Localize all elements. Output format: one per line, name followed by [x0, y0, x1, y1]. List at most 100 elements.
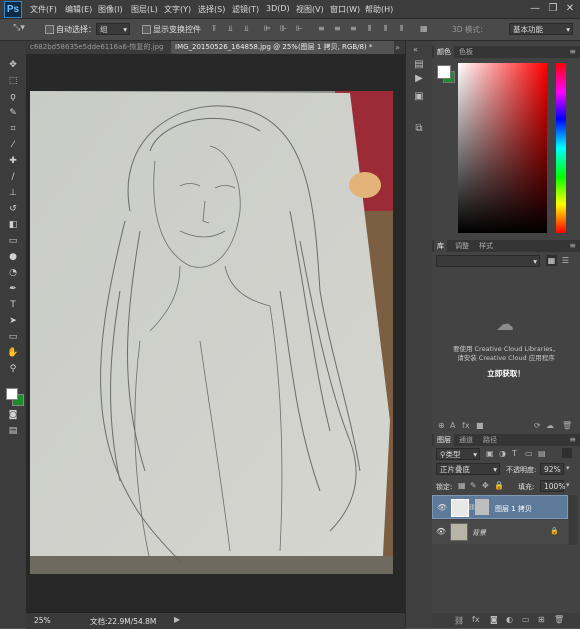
- layer-name[interactable]: 背景: [472, 528, 486, 538]
- color-field[interactable]: [458, 63, 547, 233]
- tab-document-2[interactable]: IMG_20150526_164858.jpg @ 25%(图层 1 拷贝, R…: [171, 41, 394, 54]
- library-settings-icon[interactable]: ☁: [546, 421, 554, 430]
- tab-styles[interactable]: 样式: [476, 240, 496, 252]
- collapse-icon[interactable]: «: [413, 45, 418, 54]
- marquee-tool-icon[interactable]: ⬚: [7, 75, 19, 87]
- distribute-bottom-icon[interactable]: ≡: [350, 24, 357, 33]
- auto-select-checkbox[interactable]: [45, 25, 54, 34]
- sync-icon[interactable]: ⟳: [534, 421, 541, 430]
- filter-toggle[interactable]: [562, 448, 572, 458]
- layer-style-icon[interactable]: fx: [462, 421, 470, 430]
- filter-shape-icon[interactable]: ▭: [525, 449, 533, 458]
- visibility-eye-icon[interactable]: 👁: [436, 527, 446, 536]
- align-left-icon[interactable]: ⊫: [264, 24, 271, 33]
- history-panel-icon[interactable]: ▤: [412, 59, 426, 70]
- distribute-left-icon[interactable]: ⦀: [368, 24, 372, 34]
- zoom-level[interactable]: 25%: [34, 616, 51, 625]
- align-right-icon[interactable]: ⊩: [296, 24, 303, 33]
- history-brush-tool-icon[interactable]: ↺: [7, 203, 19, 215]
- adjustment-layer-icon[interactable]: ◐: [506, 615, 513, 624]
- layer-filter-dropdown[interactable]: ⚲类型 ▾: [436, 448, 480, 460]
- quick-select-tool-icon[interactable]: ✎: [7, 107, 19, 119]
- tab-swatches[interactable]: 色板: [456, 46, 476, 58]
- link-layers-icon[interactable]: ⛓: [454, 616, 464, 625]
- new-layer-icon[interactable]: ⊞: [538, 615, 545, 624]
- workspace-dropdown[interactable]: 基本功能 ▾: [509, 23, 573, 35]
- align-bottom-icon[interactable]: ⫫: [244, 24, 249, 34]
- layer-row[interactable]: 👁 背景 🔒: [432, 520, 568, 544]
- screen-mode-icon[interactable]: ▤: [7, 425, 19, 437]
- dodge-tool-icon[interactable]: ◔: [7, 267, 19, 279]
- lock-transparent-icon[interactable]: ▦: [458, 481, 466, 490]
- opacity-slider-arrow-icon[interactable]: ▾: [566, 464, 570, 472]
- tab-layers[interactable]: 图层: [434, 434, 454, 446]
- filter-adjustment-icon[interactable]: ◑: [499, 449, 506, 458]
- healing-brush-tool-icon[interactable]: ✚: [7, 155, 19, 167]
- minimize-button[interactable]: —: [528, 2, 542, 15]
- move-tool-icon[interactable]: ✥: [7, 59, 19, 71]
- fill-slider-arrow-icon[interactable]: ▾: [566, 481, 570, 489]
- panel-menu-icon[interactable]: ≡: [569, 435, 576, 444]
- auto-align-icon[interactable]: ▦: [420, 24, 428, 33]
- blend-mode-dropdown[interactable]: 正片叠底 ▾: [436, 463, 500, 475]
- panel-menu-icon[interactable]: ≡: [569, 241, 576, 250]
- filter-pixel-icon[interactable]: ▣: [486, 449, 494, 458]
- tab-libraries[interactable]: 库: [434, 240, 447, 252]
- clone-stamp-tool-icon[interactable]: ⊥: [7, 187, 19, 199]
- menu-select[interactable]: 选择(S): [198, 4, 225, 15]
- list-view-icon[interactable]: ☰: [560, 255, 571, 266]
- get-it-now-link[interactable]: 立即获取！: [432, 368, 580, 379]
- tab-adjustments[interactable]: 调整: [452, 240, 472, 252]
- trash-icon[interactable]: 🗑: [562, 421, 572, 430]
- auto-select-dropdown[interactable]: 组 ▾: [96, 23, 130, 35]
- tabs-overflow-icon[interactable]: »: [395, 43, 400, 52]
- add-layer-style-icon[interactable]: fx: [472, 615, 480, 624]
- color-swatch-icon[interactable]: ■: [476, 421, 484, 430]
- filter-smart-object-icon[interactable]: ▤: [538, 449, 546, 458]
- close-button[interactable]: ✕: [563, 2, 577, 15]
- menu-window[interactable]: 窗口(W): [330, 4, 360, 15]
- lock-pixels-icon[interactable]: ✎: [470, 481, 477, 490]
- lasso-tool-icon[interactable]: ϙ: [7, 91, 19, 103]
- menu-view[interactable]: 视图(V): [296, 4, 324, 15]
- filter-type-icon[interactable]: T: [512, 449, 517, 458]
- menu-layer[interactable]: 图层(L): [131, 4, 158, 15]
- tab-channels[interactable]: 通道: [456, 434, 476, 446]
- path-select-tool-icon[interactable]: ➤: [7, 315, 19, 327]
- distribute-vcenter-icon[interactable]: ≡: [334, 24, 341, 33]
- fill-input[interactable]: 100%: [540, 480, 565, 492]
- layers-scrollbar[interactable]: [569, 495, 577, 545]
- visibility-eye-icon[interactable]: 👁: [437, 503, 447, 512]
- hue-slider[interactable]: [556, 63, 566, 233]
- distribute-hcenter-icon[interactable]: ⦀: [384, 24, 388, 34]
- panel-menu-icon[interactable]: ≡: [569, 47, 576, 56]
- grid-view-icon[interactable]: ▦: [546, 255, 557, 266]
- menu-help[interactable]: 帮助(H): [365, 4, 393, 15]
- zoom-tool-icon[interactable]: ⚲: [7, 363, 19, 375]
- align-top-icon[interactable]: ⫪: [212, 24, 217, 34]
- align-hcenter-icon[interactable]: ⊪: [280, 24, 287, 33]
- type-tool-icon[interactable]: T: [7, 299, 19, 311]
- add-mask-icon[interactable]: ◙: [490, 615, 498, 624]
- add-content-icon[interactable]: ⊕: [438, 421, 445, 430]
- lock-all-icon[interactable]: 🔒: [494, 481, 504, 490]
- shape-tool-icon[interactable]: ▭: [7, 331, 19, 343]
- opacity-input[interactable]: 92%: [540, 463, 564, 475]
- blur-tool-icon[interactable]: ●: [7, 251, 19, 263]
- quick-mask-icon[interactable]: ◙: [7, 409, 19, 421]
- tab-paths[interactable]: 路径: [480, 434, 500, 446]
- move-tool-preset-icon[interactable]: ⤡▾: [8, 23, 30, 35]
- library-dropdown[interactable]: ▾: [436, 255, 540, 267]
- delete-layer-icon[interactable]: 🗑: [554, 615, 564, 624]
- layer-row-selected[interactable]: 👁 ⛓ 图层 1 拷贝: [432, 495, 568, 519]
- crop-tool-icon[interactable]: ⌗: [7, 123, 19, 135]
- new-group-icon[interactable]: ▭: [522, 615, 530, 624]
- distribute-top-icon[interactable]: ≡: [318, 24, 325, 33]
- layer-name[interactable]: 图层 1 拷贝: [495, 504, 532, 514]
- character-panel-icon[interactable]: ⧉: [412, 123, 426, 134]
- align-vcenter-icon[interactable]: ⫫: [228, 24, 233, 34]
- menu-file[interactable]: 文件(F): [30, 4, 57, 15]
- text-style-icon[interactable]: A: [450, 421, 455, 430]
- eyedropper-tool-icon[interactable]: ⁄: [7, 139, 19, 151]
- show-transform-checkbox[interactable]: [142, 25, 151, 34]
